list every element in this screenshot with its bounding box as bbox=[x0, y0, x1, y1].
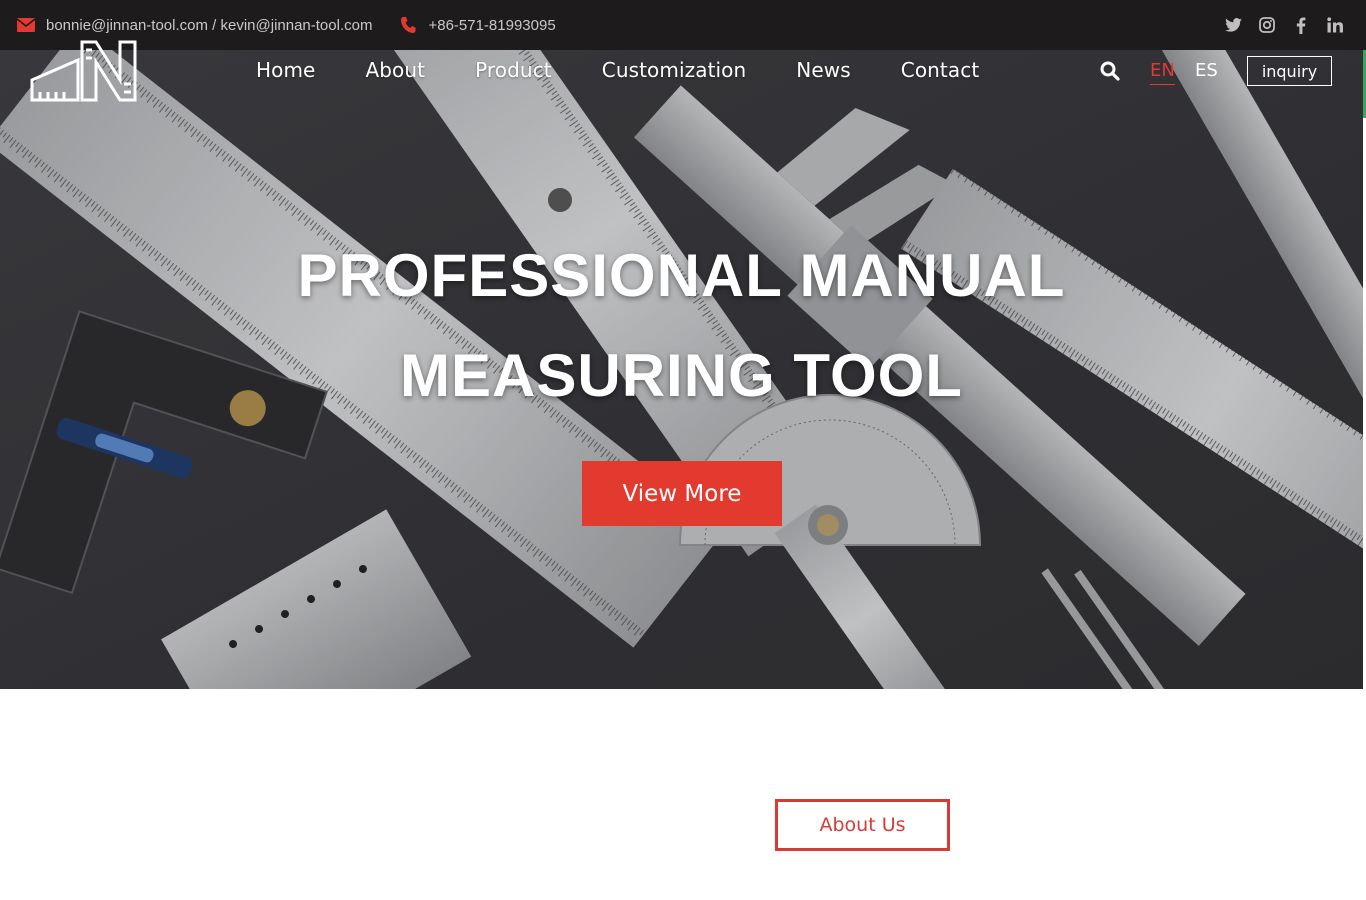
main-nav: Home About Product Customization News Co… bbox=[256, 58, 979, 82]
top-bar: bonnie@jinnan-tool.com / kevin@jinnan-to… bbox=[0, 0, 1366, 50]
lang-en[interactable]: EN bbox=[1150, 60, 1175, 85]
social-links bbox=[1224, 16, 1350, 34]
hero-title: PROFESSIONAL MANUAL MEASURING TOOL bbox=[0, 226, 1363, 426]
linkedin-icon[interactable] bbox=[1326, 16, 1344, 34]
hero-title-line1: PROFESSIONAL MANUAL bbox=[297, 242, 1066, 309]
instagram-icon[interactable] bbox=[1258, 16, 1276, 34]
nav-item-about[interactable]: About bbox=[365, 58, 425, 82]
phone-text[interactable]: +86-571-81993095 bbox=[428, 17, 555, 34]
search-icon[interactable] bbox=[1100, 61, 1120, 81]
email-text[interactable]: bonnie@jinnan-tool.com / kevin@jinnan-to… bbox=[46, 17, 372, 34]
inquiry-button[interactable]: inquiry bbox=[1247, 56, 1332, 86]
nav-item-contact[interactable]: Contact bbox=[901, 58, 980, 82]
about-us-button[interactable]: About Us bbox=[775, 799, 950, 851]
nav-item-home[interactable]: Home bbox=[256, 58, 315, 82]
site-logo[interactable] bbox=[30, 40, 138, 102]
twitter-icon[interactable] bbox=[1224, 16, 1242, 34]
mail-icon bbox=[16, 15, 36, 35]
phone-icon bbox=[398, 15, 418, 35]
lang-es[interactable]: ES bbox=[1195, 60, 1218, 81]
hero-banner: PROFESSIONAL MANUAL MEASURING TOOL View … bbox=[0, 50, 1363, 689]
view-more-button[interactable]: View More bbox=[582, 461, 782, 526]
phone-contact[interactable]: +86-571-81993095 bbox=[398, 15, 556, 35]
facebook-icon[interactable] bbox=[1292, 16, 1310, 34]
email-contact[interactable]: bonnie@jinnan-tool.com / kevin@jinnan-to… bbox=[16, 15, 372, 35]
hero-title-line2: MEASURING TOOL bbox=[400, 342, 963, 409]
nav-item-news[interactable]: News bbox=[796, 58, 850, 82]
nav-item-product[interactable]: Product bbox=[475, 58, 552, 82]
nav-item-customization[interactable]: Customization bbox=[602, 58, 747, 82]
